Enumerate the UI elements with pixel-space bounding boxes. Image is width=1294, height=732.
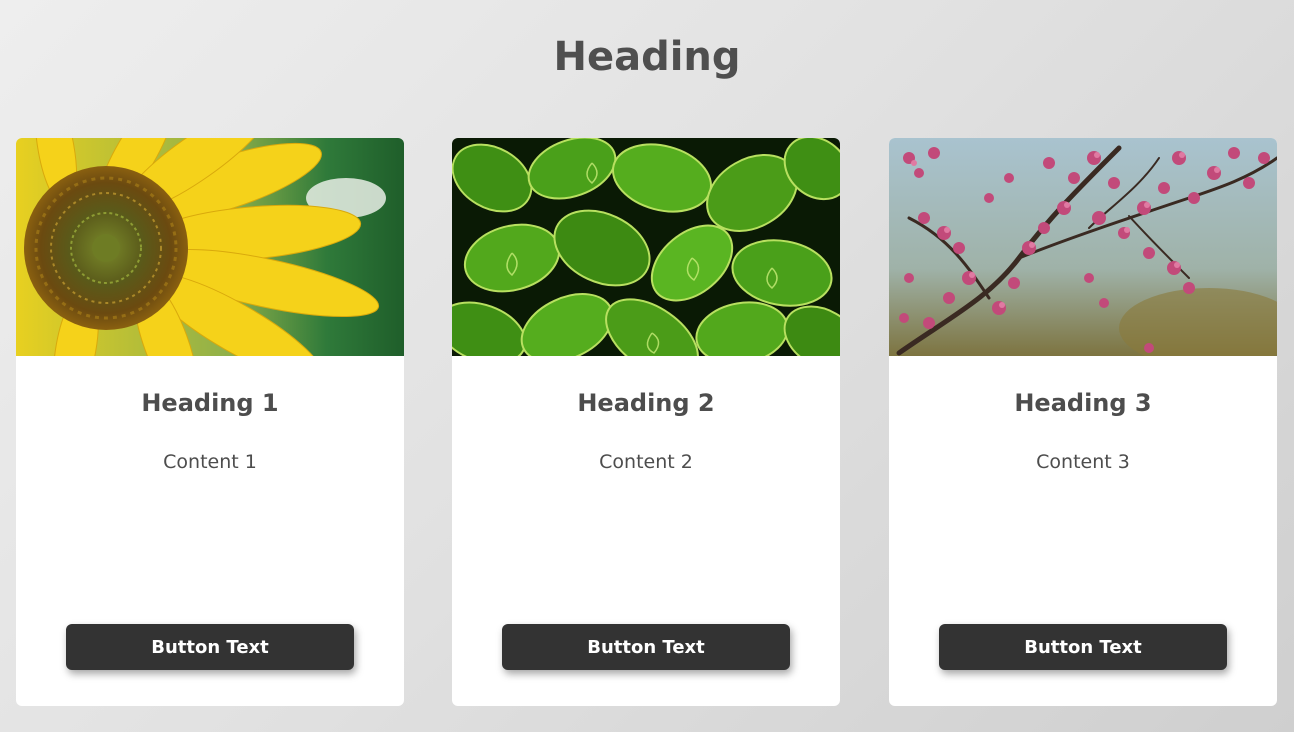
page-title: Heading [553, 34, 741, 80]
card-2: Heading 2 Content 2 Button Text [452, 138, 840, 706]
card-button[interactable]: Button Text [502, 624, 790, 670]
card-heading: Heading 1 [141, 389, 279, 417]
card-heading: Heading 3 [1014, 389, 1152, 417]
card-content: Content 2 [599, 451, 693, 473]
card-content: Content 1 [163, 451, 257, 473]
green-leaves-image [452, 138, 840, 356]
card-button[interactable]: Button Text [66, 624, 354, 670]
card-3: Heading 3 Content 3 Button Text [889, 138, 1277, 706]
card-content: Content 3 [1036, 451, 1130, 473]
card-1: Heading 1 Content 1 Button Text [16, 138, 404, 706]
card-button[interactable]: Button Text [939, 624, 1227, 670]
card-heading: Heading 2 [577, 389, 715, 417]
sunflower-image [16, 138, 404, 356]
pink-blossom-branch-image [889, 138, 1277, 356]
